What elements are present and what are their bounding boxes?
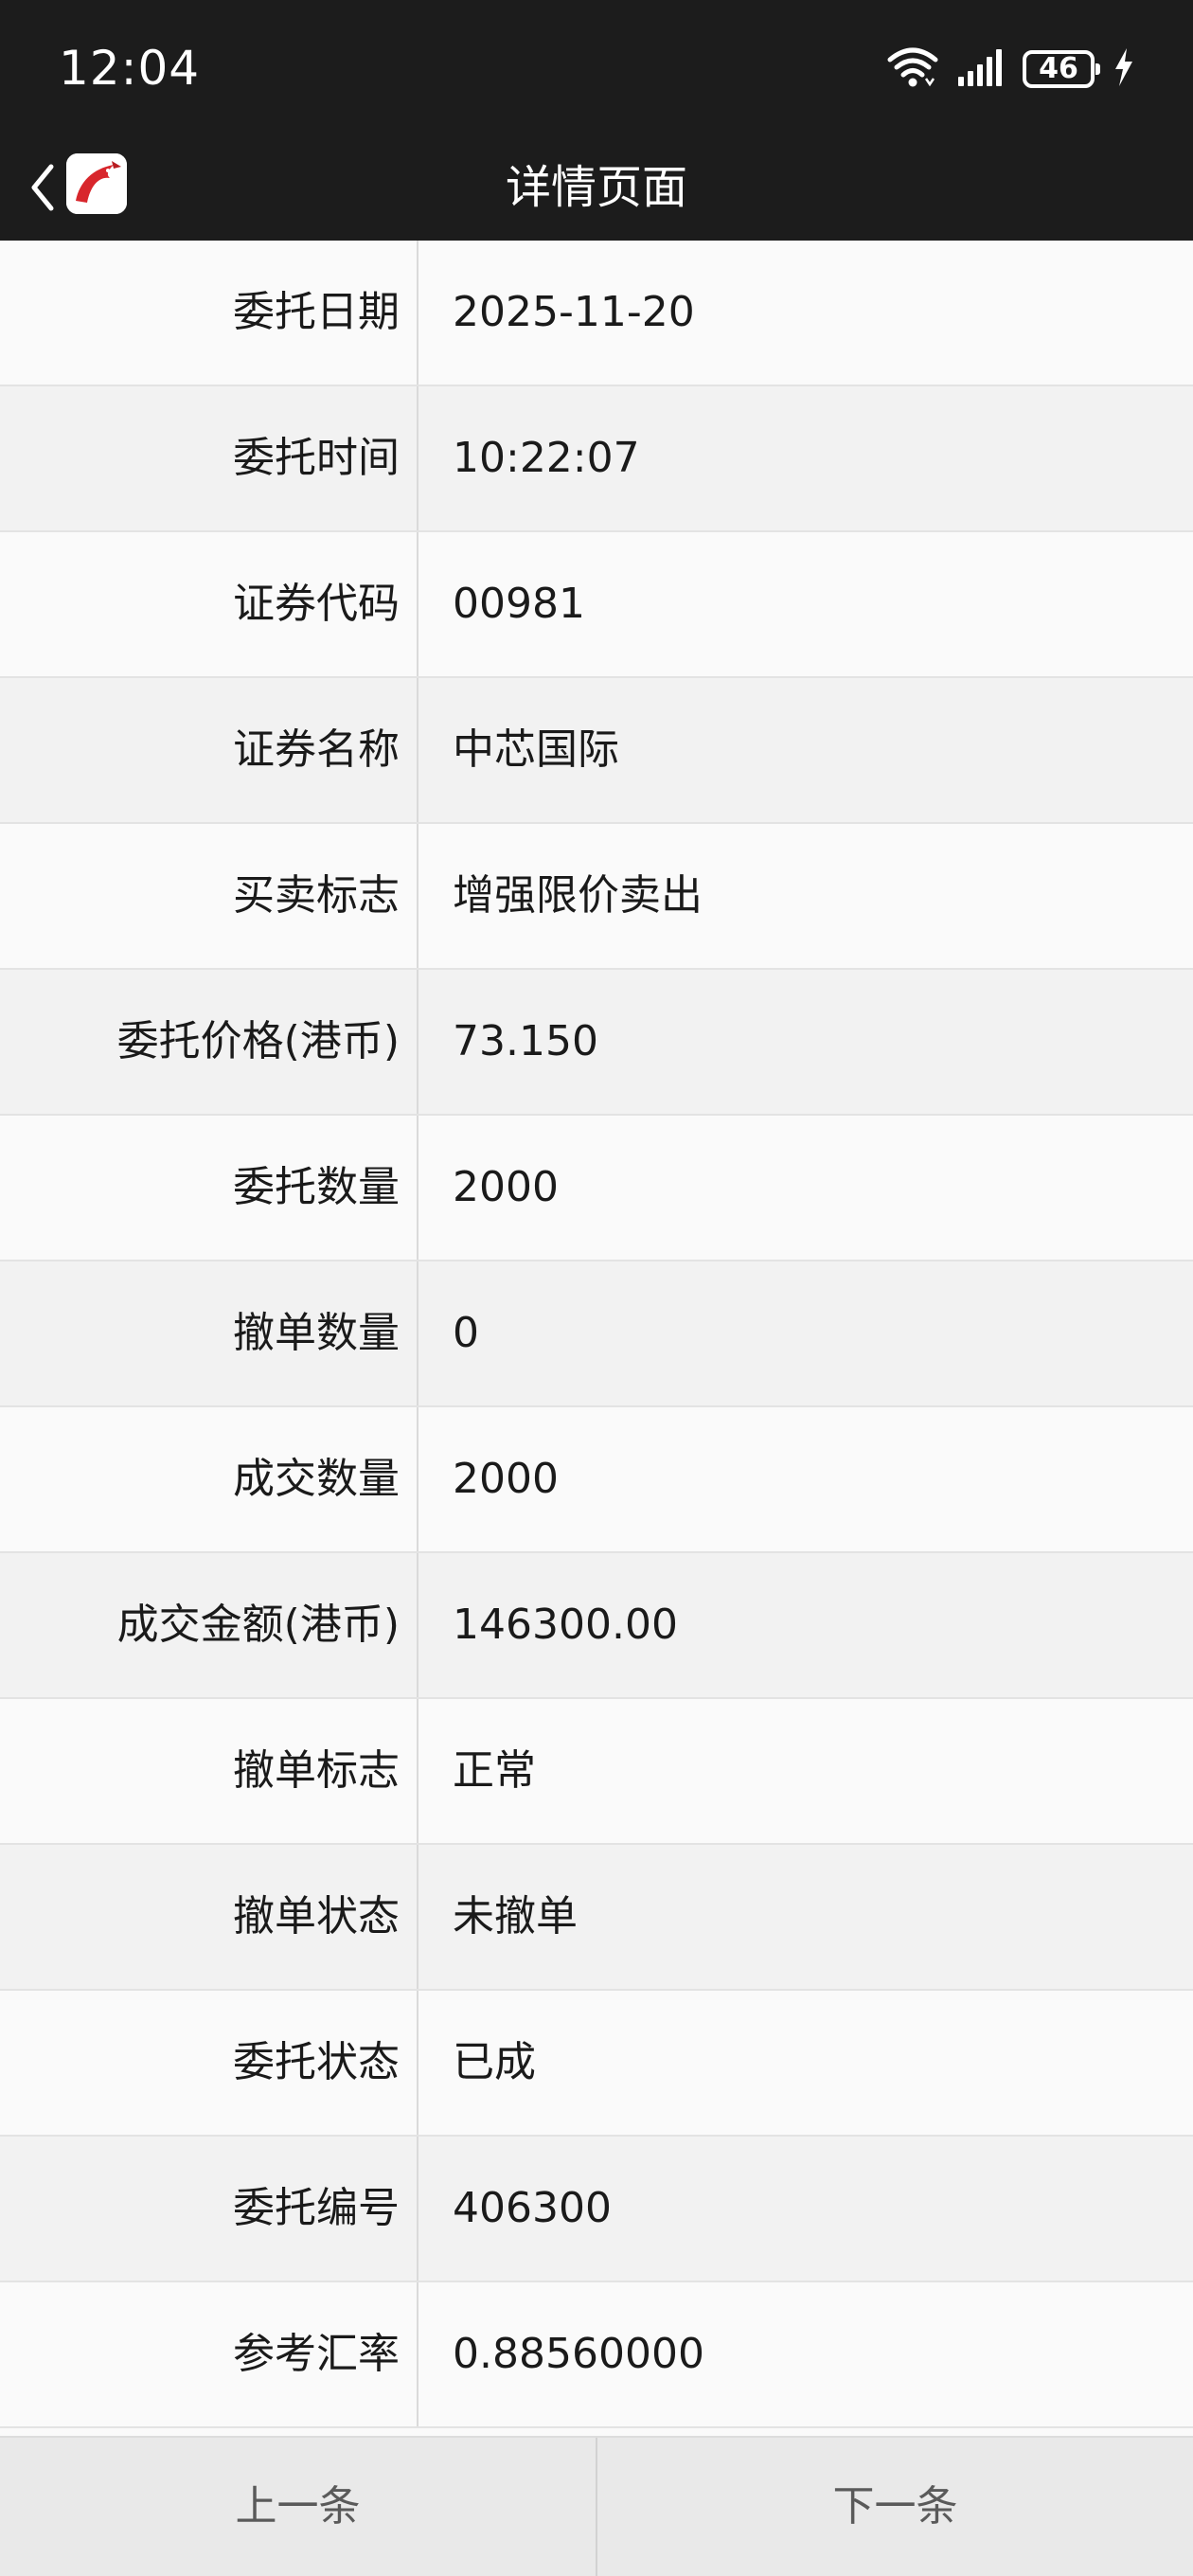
- detail-label: 证券名称: [0, 678, 418, 822]
- detail-label: 委托编号: [0, 2137, 418, 2281]
- detail-row-security-name: 证券名称 中芯国际: [0, 678, 1193, 824]
- detail-label: 委托价格(港币): [0, 970, 418, 1114]
- detail-label: 委托时间: [0, 386, 418, 530]
- detail-row-entrust-quantity: 委托数量 2000: [0, 1116, 1193, 1261]
- status-bar: 12:04 46: [0, 0, 1193, 134]
- detail-label: 成交金额(港币): [0, 1553, 418, 1697]
- signal-icon: [956, 48, 1006, 90]
- detail-row-security-code: 证券代码 00981: [0, 532, 1193, 678]
- detail-value: 2000: [453, 1163, 559, 1211]
- back-button[interactable]: [19, 153, 66, 222]
- detail-value: 未撤单: [453, 1892, 578, 1941]
- detail-value: 已成: [453, 2038, 536, 2086]
- battery-icon: 46: [1023, 50, 1100, 88]
- detail-value: 406300: [453, 2184, 612, 2232]
- detail-row-trade-flag: 买卖标志 增强限价卖出: [0, 824, 1193, 970]
- detail-row-cancel-status: 撤单状态 未撤单: [0, 1845, 1193, 1991]
- page-title: 详情页面: [505, 161, 687, 214]
- detail-label: 撤单状态: [0, 1845, 418, 1989]
- bottom-bar: 上一条 下一条: [0, 2436, 1193, 2576]
- detail-row-reference-rate: 参考汇率 0.88560000: [0, 2282, 1193, 2428]
- detail-row-entrust-price: 委托价格(港币) 73.150: [0, 970, 1193, 1116]
- status-time: 12:04: [59, 41, 201, 96]
- detail-value: 增强限价卖出: [453, 871, 703, 920]
- chevron-left-icon: [31, 164, 54, 211]
- detail-value: 中芯国际: [453, 725, 619, 774]
- detail-value: 2025-11-20: [453, 288, 695, 336]
- detail-table: 委托日期 2025-11-20 委托时间 10:22:07 证券代码 00981…: [0, 241, 1193, 2428]
- detail-value: 146300.00: [453, 1601, 678, 1649]
- detail-value: 10:22:07: [453, 434, 640, 482]
- prev-button[interactable]: 上一条: [0, 2438, 596, 2576]
- detail-value: 00981: [453, 580, 585, 628]
- detail-label: 委托日期: [0, 241, 418, 385]
- detail-value: 2000: [453, 1455, 559, 1503]
- detail-label: 成交数量: [0, 1407, 418, 1551]
- nav-bar: 详情页面: [0, 134, 1193, 241]
- detail-value: 正常: [453, 1746, 536, 1795]
- detail-value: 0: [453, 1309, 479, 1357]
- detail-label: 委托状态: [0, 1991, 418, 2135]
- detail-value: 73.150: [453, 1017, 598, 1065]
- detail-row-entrust-number: 委托编号 406300: [0, 2137, 1193, 2282]
- detail-row-entrust-time: 委托时间 10:22:07: [0, 386, 1193, 532]
- detail-row-entrust-date: 委托日期 2025-11-20: [0, 241, 1193, 386]
- app-logo-icon[interactable]: [66, 153, 127, 214]
- detail-label: 证券代码: [0, 532, 418, 676]
- detail-row-deal-amount: 成交金额(港币) 146300.00: [0, 1553, 1193, 1699]
- detail-label: 撤单标志: [0, 1699, 418, 1843]
- detail-label: 买卖标志: [0, 824, 418, 968]
- detail-value: 0.88560000: [453, 2330, 704, 2378]
- next-button[interactable]: 下一条: [597, 2438, 1193, 2576]
- detail-row-entrust-status: 委托状态 已成: [0, 1991, 1193, 2137]
- detail-row-deal-quantity: 成交数量 2000: [0, 1407, 1193, 1553]
- status-icons: 46: [886, 45, 1136, 93]
- wifi-icon: [886, 46, 939, 92]
- charging-icon: [1112, 46, 1136, 92]
- detail-label: 参考汇率: [0, 2282, 418, 2426]
- detail-row-cancel-flag: 撤单标志 正常: [0, 1699, 1193, 1845]
- detail-label: 撤单数量: [0, 1261, 418, 1405]
- detail-row-cancel-quantity: 撤单数量 0: [0, 1261, 1193, 1407]
- detail-label: 委托数量: [0, 1116, 418, 1260]
